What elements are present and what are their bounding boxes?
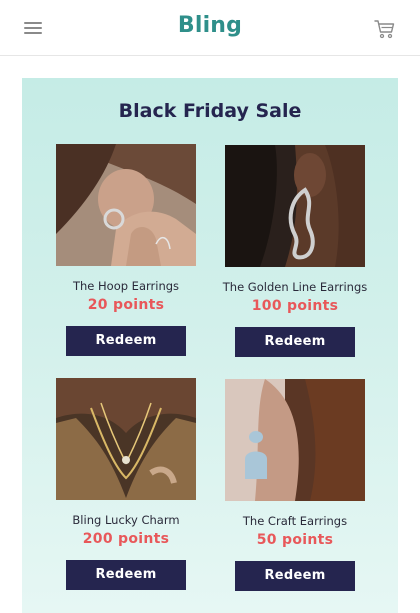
- product-points: 50 points: [256, 532, 334, 548]
- promo-title: Black Friday Sale: [118, 100, 302, 122]
- product-points: 100 points: [251, 298, 339, 314]
- product-photo-hoop-earrings: [56, 144, 196, 266]
- redeem-button[interactable]: Redeem: [235, 561, 355, 591]
- redeem-button[interactable]: Redeem: [66, 326, 186, 356]
- brand-logo[interactable]: Bling: [0, 13, 420, 38]
- product-name: The Golden Line Earrings: [222, 280, 368, 294]
- product-name: The Craft Earrings: [242, 514, 348, 528]
- product-photo-craft-earrings: [225, 379, 365, 501]
- redeem-button[interactable]: Redeem: [235, 327, 355, 357]
- product-name: Bling Lucky Charm: [72, 513, 180, 527]
- redeem-button[interactable]: Redeem: [66, 560, 186, 590]
- product-name: The Hoop Earrings: [72, 279, 180, 293]
- shopping-cart-icon[interactable]: [374, 18, 396, 40]
- product-points: 200 points: [82, 531, 170, 547]
- product-photo-lucky-charm: [56, 378, 196, 500]
- product-card-lucky-charm: Bling Lucky Charm 200 points Redeem: [51, 378, 201, 590]
- product-points: 20 points: [87, 297, 165, 313]
- product-photo-golden-line-earrings: [225, 145, 365, 267]
- black-friday-promo-section: Black Friday Sale The Hoop Earrings 20 p…: [22, 78, 398, 613]
- product-card-craft-earrings: The Craft Earrings 50 points Redeem: [220, 379, 370, 591]
- product-card-golden-line-earrings: The Golden Line Earrings 100 points Rede…: [220, 145, 370, 357]
- top-navigation-bar: Bling: [0, 0, 420, 56]
- product-card-hoop-earrings: The Hoop Earrings 20 points Redeem: [51, 144, 201, 356]
